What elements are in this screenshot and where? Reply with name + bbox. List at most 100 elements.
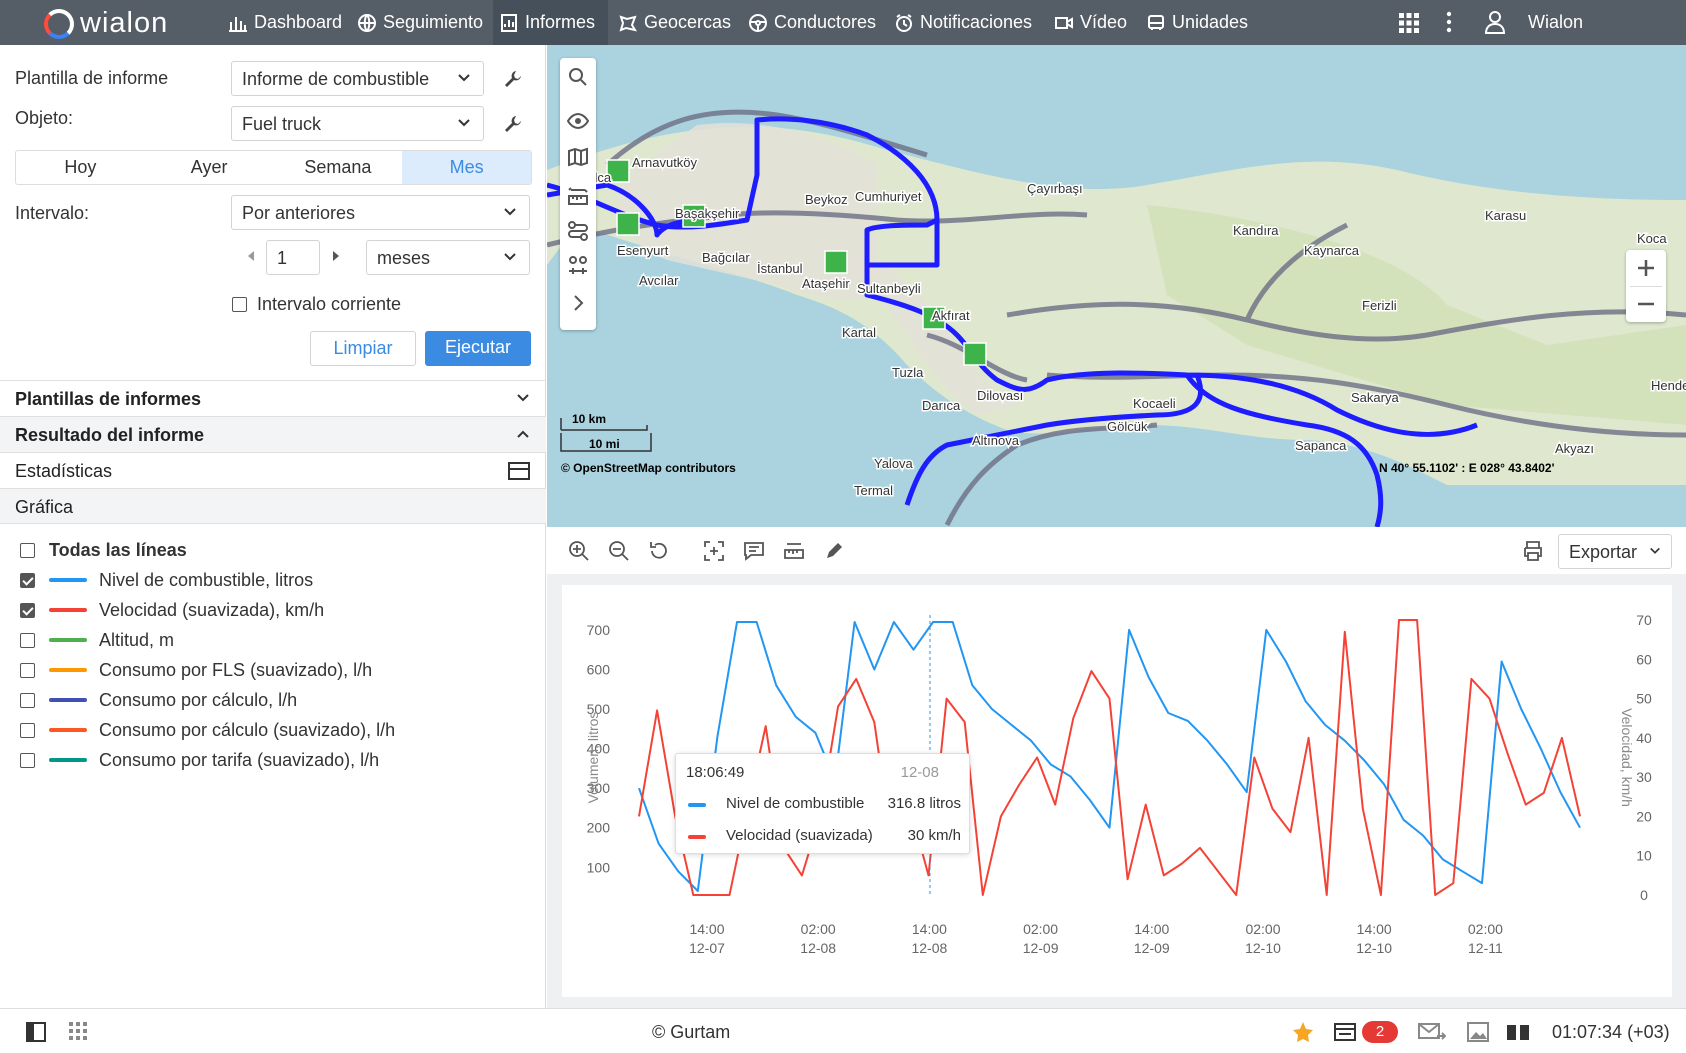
wrench-icon[interactable] [503, 69, 523, 89]
image-icon[interactable] [1467, 1022, 1489, 1042]
nav-notificaciones[interactable]: Notificaciones [888, 0, 1038, 45]
table-icon[interactable] [508, 462, 530, 480]
messages-icon[interactable] [1418, 1022, 1446, 1042]
zoom-out-icon[interactable] [1636, 294, 1656, 314]
nav-geocercas[interactable]: Geocercas [612, 0, 737, 45]
checkbox[interactable] [20, 542, 35, 558]
x-tick-date: 12-10 [1245, 940, 1281, 956]
map-icon[interactable] [567, 146, 589, 168]
checkbox[interactable] [20, 692, 35, 708]
export-label: Exportar [1569, 542, 1638, 562]
video-icon [1055, 16, 1073, 29]
map-view[interactable]: ÇatalcaArnavutköyBaşakşehirEsenyurtBağcı… [547, 45, 1686, 527]
y-right-tick-label: 60 [1636, 651, 1652, 667]
book-icon[interactable] [1506, 1022, 1530, 1042]
clock: 01:07:34 (+03) [1552, 1022, 1670, 1042]
result-statistics[interactable]: Estadísticas [0, 452, 546, 488]
chevron-down-icon [504, 208, 516, 216]
notifications-icon[interactable] [1334, 1022, 1356, 1042]
checkbox[interactable] [20, 602, 35, 618]
route-icon[interactable] [567, 220, 589, 242]
star-icon[interactable] [1292, 1021, 1314, 1043]
more-vertical-icon[interactable] [1446, 11, 1452, 33]
section-report-templates[interactable]: Plantillas de informes [0, 380, 546, 416]
print-icon[interactable] [1521, 540, 1545, 562]
section-report-result[interactable]: Resultado del informe [0, 416, 546, 452]
tab-semana[interactable]: Semana [274, 151, 403, 184]
pencil-icon[interactable] [823, 540, 845, 562]
user-name[interactable]: Wialon [1528, 12, 1583, 33]
clear-button[interactable]: Limpiar [310, 331, 416, 366]
object-select[interactable]: Fuel truck [231, 106, 484, 141]
run-button[interactable]: Ejecutar [425, 331, 531, 366]
checkbox[interactable] [20, 662, 35, 678]
reset-zoom-icon[interactable] [648, 540, 670, 562]
ruler-icon[interactable] [783, 540, 805, 562]
checkbox[interactable] [20, 632, 35, 648]
legend-item[interactable]: Consumo por tarifa (suavizado), l/h [20, 748, 379, 772]
current-interval-checkbox[interactable]: Intervalo corriente [232, 294, 401, 315]
ruler-icon[interactable] [567, 186, 589, 208]
apps-grid-icon[interactable] [69, 1022, 87, 1040]
checkbox[interactable] [20, 722, 35, 738]
points-icon[interactable] [567, 254, 589, 276]
y-left-tick-label: 100 [587, 859, 611, 875]
increment-arrow-icon[interactable] [331, 250, 341, 262]
checkbox[interactable] [20, 572, 35, 588]
search-icon[interactable] [567, 66, 589, 88]
wialon-logo[interactable]: wialon [44, 7, 168, 40]
panel-toggle-icon[interactable] [26, 1022, 46, 1042]
apps-grid-icon[interactable] [1398, 12, 1420, 34]
template-select[interactable]: Informe de combustible [231, 61, 484, 96]
zoom-out-icon[interactable] [608, 540, 630, 562]
tab-hoy[interactable]: Hoy [16, 151, 145, 184]
bus-icon [1148, 14, 1164, 30]
x-tick-time: 14:00 [689, 921, 724, 937]
nav-dashboard-label: Dashboard [254, 12, 343, 32]
nav-video[interactable]: Vídeo [1048, 0, 1133, 45]
tab-mes[interactable]: Mes [402, 151, 531, 184]
select-area-icon[interactable] [703, 540, 725, 562]
legend-label: Altitud, m [99, 629, 175, 650]
globe-icon [358, 13, 376, 32]
tab-ayer[interactable]: Ayer [145, 151, 274, 184]
interval-select[interactable]: Por anteriores [231, 195, 530, 230]
legend-item[interactable]: Consumo por FLS (suavizado), l/h [20, 658, 372, 682]
nav-unidades[interactable]: Unidades [1140, 0, 1254, 45]
legend-item[interactable]: Consumo por cálculo, l/h [20, 688, 297, 712]
nav-dashboard[interactable]: Dashboard [222, 0, 348, 45]
legend-swatch [49, 608, 87, 612]
decrement-arrow-icon[interactable] [246, 250, 256, 262]
comment-icon[interactable] [743, 540, 765, 562]
interval-count-input[interactable]: 1 [266, 240, 320, 275]
nav-conductores[interactable]: Conductores [742, 0, 882, 45]
user-icon[interactable] [1484, 10, 1506, 34]
legend-item[interactable]: Velocidad (suavizada), km/h [20, 598, 324, 622]
interval-unit-select[interactable]: meses [366, 240, 530, 275]
scale-km: 10 km [572, 412, 606, 426]
legend-item[interactable]: Altitud, m [20, 628, 174, 652]
map-place-label: Esenyurt [617, 243, 669, 258]
legend-all-lines[interactable]: Todas las líneas [20, 538, 187, 562]
zoom-in-icon[interactable] [568, 540, 590, 562]
legend-item[interactable]: Nivel de combustible, litros [20, 568, 313, 592]
chevron-up-icon [517, 430, 529, 438]
notification-badge[interactable]: 2 [1362, 1021, 1398, 1043]
zoom-in-icon[interactable] [1636, 258, 1656, 278]
geofence-icon [619, 14, 638, 32]
checkbox[interactable] [20, 752, 35, 768]
result-chart[interactable]: Gráfica [0, 488, 546, 524]
map-place-label: Sakarya [1351, 390, 1399, 405]
legend-item[interactable]: Consumo por cálculo (suavizado), l/h [20, 718, 395, 742]
map-place-label: Termal [854, 483, 893, 498]
nav-seguimiento[interactable]: Seguimiento [351, 0, 489, 45]
chevron-right-icon[interactable] [567, 292, 589, 314]
map-canvas[interactable]: ÇatalcaArnavutköyBaşakşehirEsenyurtBağcı… [547, 45, 1686, 527]
eye-icon[interactable] [567, 110, 589, 132]
checkbox[interactable] [232, 297, 247, 312]
export-dropdown[interactable]: Exportar [1558, 534, 1672, 569]
x-tick-date: 12-09 [1023, 940, 1059, 956]
wrench-icon[interactable] [503, 114, 523, 134]
nav-informes[interactable]: Informes [493, 0, 608, 45]
map-place-label: Altınova [972, 433, 1020, 448]
